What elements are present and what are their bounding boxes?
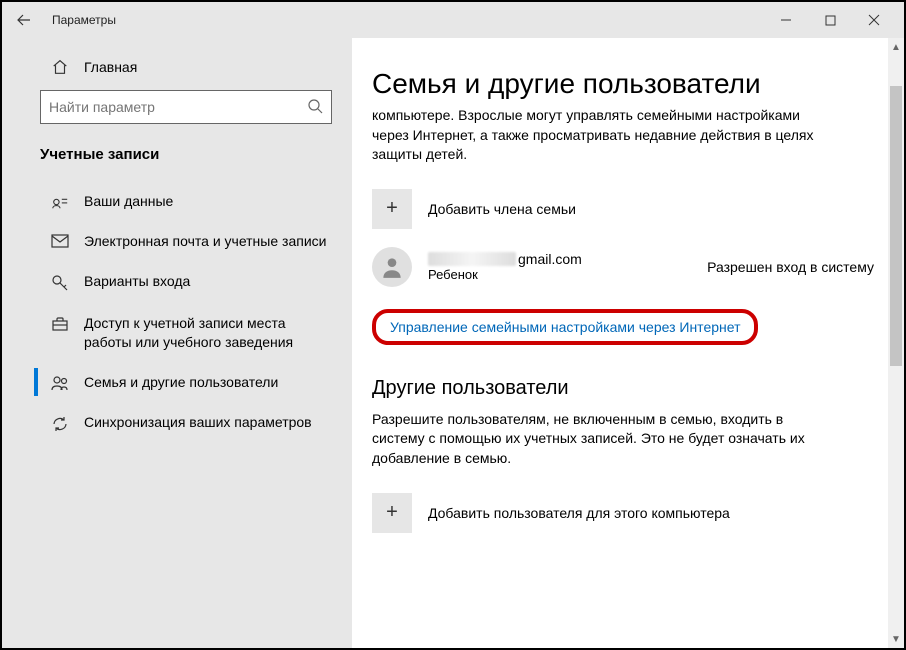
mail-icon	[50, 234, 70, 248]
key-icon	[50, 274, 70, 292]
nav-family[interactable]: Семья и другие пользователи	[2, 362, 352, 402]
page-heading: Семья и другие пользователи	[372, 68, 874, 100]
close-button[interactable]	[852, 6, 896, 34]
nav-label: Электронная почта и учетные записи	[84, 232, 326, 250]
plus-icon: +	[372, 493, 412, 533]
nav-sync[interactable]: Синхронизация ваших параметров	[2, 402, 352, 444]
scroll-up-arrow[interactable]: ▲	[888, 38, 904, 56]
nav-your-info[interactable]: Ваши данные	[2, 181, 352, 221]
nav-home-label: Главная	[84, 59, 137, 75]
sync-icon	[50, 415, 70, 433]
body: Главная Учетные записи Ваши данные	[2, 38, 904, 648]
user-info: gmail.com Ребенок	[428, 251, 582, 282]
family-user-row[interactable]: gmail.com Ребенок Разрешен вход в систем…	[372, 247, 874, 287]
person-card-icon	[50, 194, 70, 210]
window-controls	[764, 6, 896, 34]
plus-icon: +	[372, 189, 412, 229]
home-icon	[50, 58, 70, 76]
titlebar: Параметры	[2, 2, 904, 38]
nav-work-school[interactable]: Доступ к учетной записи места работы или…	[2, 303, 352, 361]
nav-label: Семья и другие пользователи	[84, 373, 278, 391]
other-users-heading: Другие пользователи	[372, 377, 874, 400]
other-users-desc: Разрешите пользователям, не включенным в…	[372, 410, 822, 469]
people-icon	[50, 375, 70, 391]
search-box[interactable]	[40, 90, 332, 124]
add-family-label: Добавить члена семьи	[428, 201, 576, 217]
user-type: Ребенок	[428, 267, 582, 282]
nav-label: Ваши данные	[84, 192, 173, 210]
nav-label: Варианты входа	[84, 272, 190, 290]
avatar-icon	[372, 247, 412, 287]
search-wrap	[2, 84, 352, 136]
nav-email-accounts[interactable]: Электронная почта и учетные записи	[2, 221, 352, 261]
maximize-button[interactable]	[808, 6, 852, 34]
sidebar: Главная Учетные записи Ваши данные	[2, 38, 352, 648]
search-icon	[307, 98, 323, 117]
content-area: Семья и другие пользователи компьютере. …	[352, 38, 904, 648]
scroll-thumb[interactable]	[890, 86, 902, 366]
minimize-button[interactable]	[764, 6, 808, 34]
user-status: Разрешен вход в систему	[707, 259, 874, 275]
briefcase-icon	[50, 316, 70, 332]
search-input[interactable]	[49, 99, 307, 115]
nav-signin-options[interactable]: Варианты входа	[2, 261, 352, 303]
nav-home[interactable]: Главная	[2, 50, 352, 84]
scroll-down-arrow[interactable]: ▼	[888, 630, 904, 648]
scrollbar[interactable]: ▲ ▼	[888, 38, 904, 648]
nav-list: Ваши данные Электронная почта и учетные …	[2, 181, 352, 444]
nav-label: Доступ к учетной записи места работы или…	[84, 314, 332, 350]
redacted-email-prefix	[428, 252, 516, 266]
email-suffix: gmail.com	[518, 251, 582, 267]
add-other-label: Добавить пользователя для этого компьюте…	[428, 505, 730, 521]
nav-label: Синхронизация ваших параметров	[84, 413, 312, 431]
scroll-track[interactable]	[888, 56, 904, 630]
settings-window: Параметры Главная	[0, 0, 906, 650]
add-other-user[interactable]: + Добавить пользователя для этого компью…	[372, 493, 874, 533]
user-email: gmail.com	[428, 251, 582, 267]
manage-family-link[interactable]: Управление семейными настройками через И…	[372, 309, 758, 345]
window-title: Параметры	[52, 13, 116, 27]
intro-text: компьютере. Взрослые могут управлять сем…	[372, 106, 822, 165]
back-button[interactable]	[10, 6, 38, 34]
section-title: Учетные записи	[2, 136, 352, 181]
add-family-member[interactable]: + Добавить члена семьи	[372, 189, 874, 229]
